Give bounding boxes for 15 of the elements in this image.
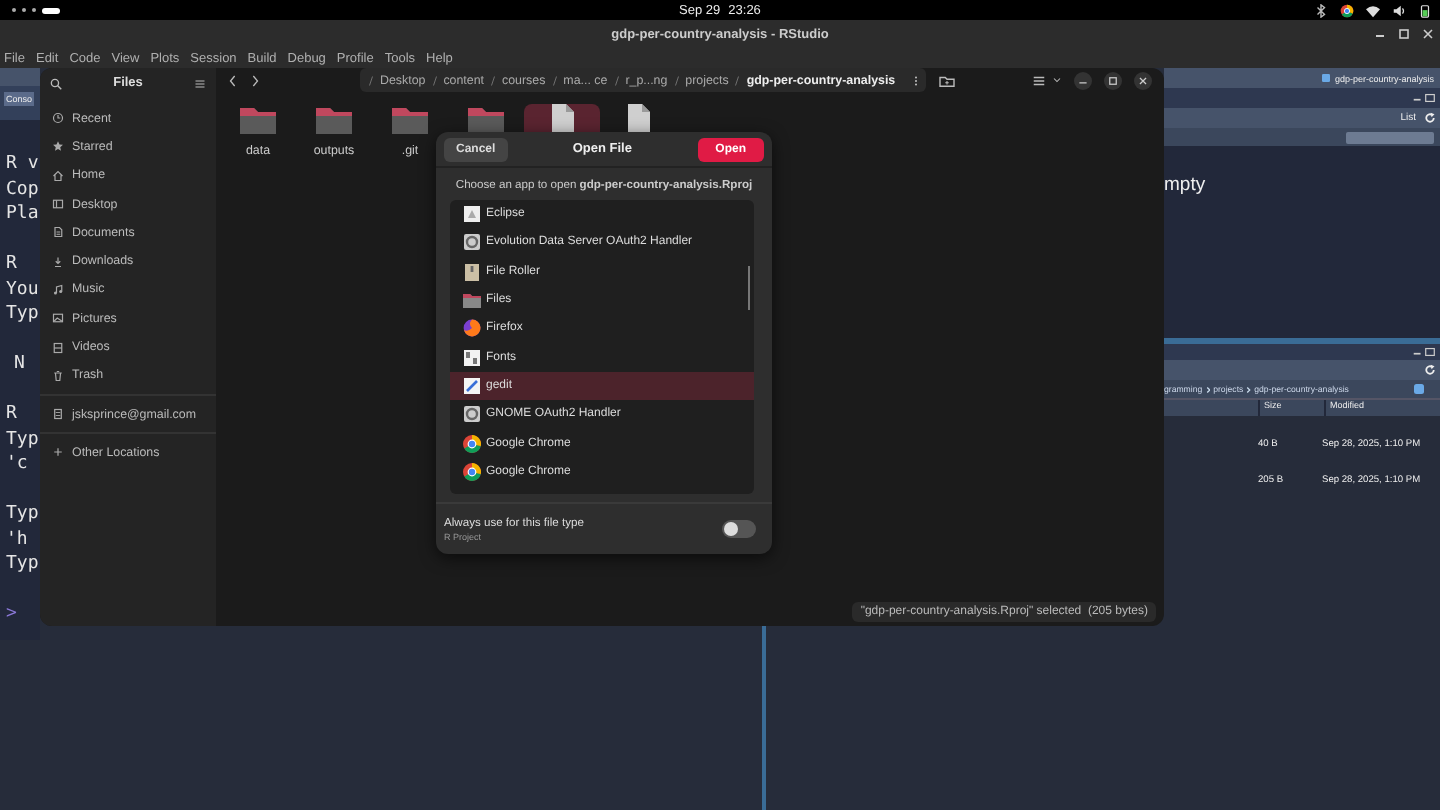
environment-message: mpty	[1164, 174, 1206, 196]
console-output-line: 'h	[6, 527, 30, 552]
console-output-line: Pla	[6, 202, 40, 227]
console-output-line: You	[6, 277, 40, 302]
console-output-line: Typ	[6, 502, 40, 527]
console-output-line: Typ	[6, 427, 40, 452]
console-output-line: R v	[6, 152, 40, 177]
console-prompt: >	[6, 602, 19, 627]
console-output-line: Cop	[6, 177, 40, 202]
console-output-line: R	[6, 252, 19, 277]
console-output-line: N	[14, 352, 27, 377]
console-output-line: R	[6, 402, 19, 427]
console-output-line: Typ	[6, 302, 40, 327]
console-output-line: Typ	[6, 552, 40, 577]
console-output-line: 'c	[6, 452, 30, 477]
